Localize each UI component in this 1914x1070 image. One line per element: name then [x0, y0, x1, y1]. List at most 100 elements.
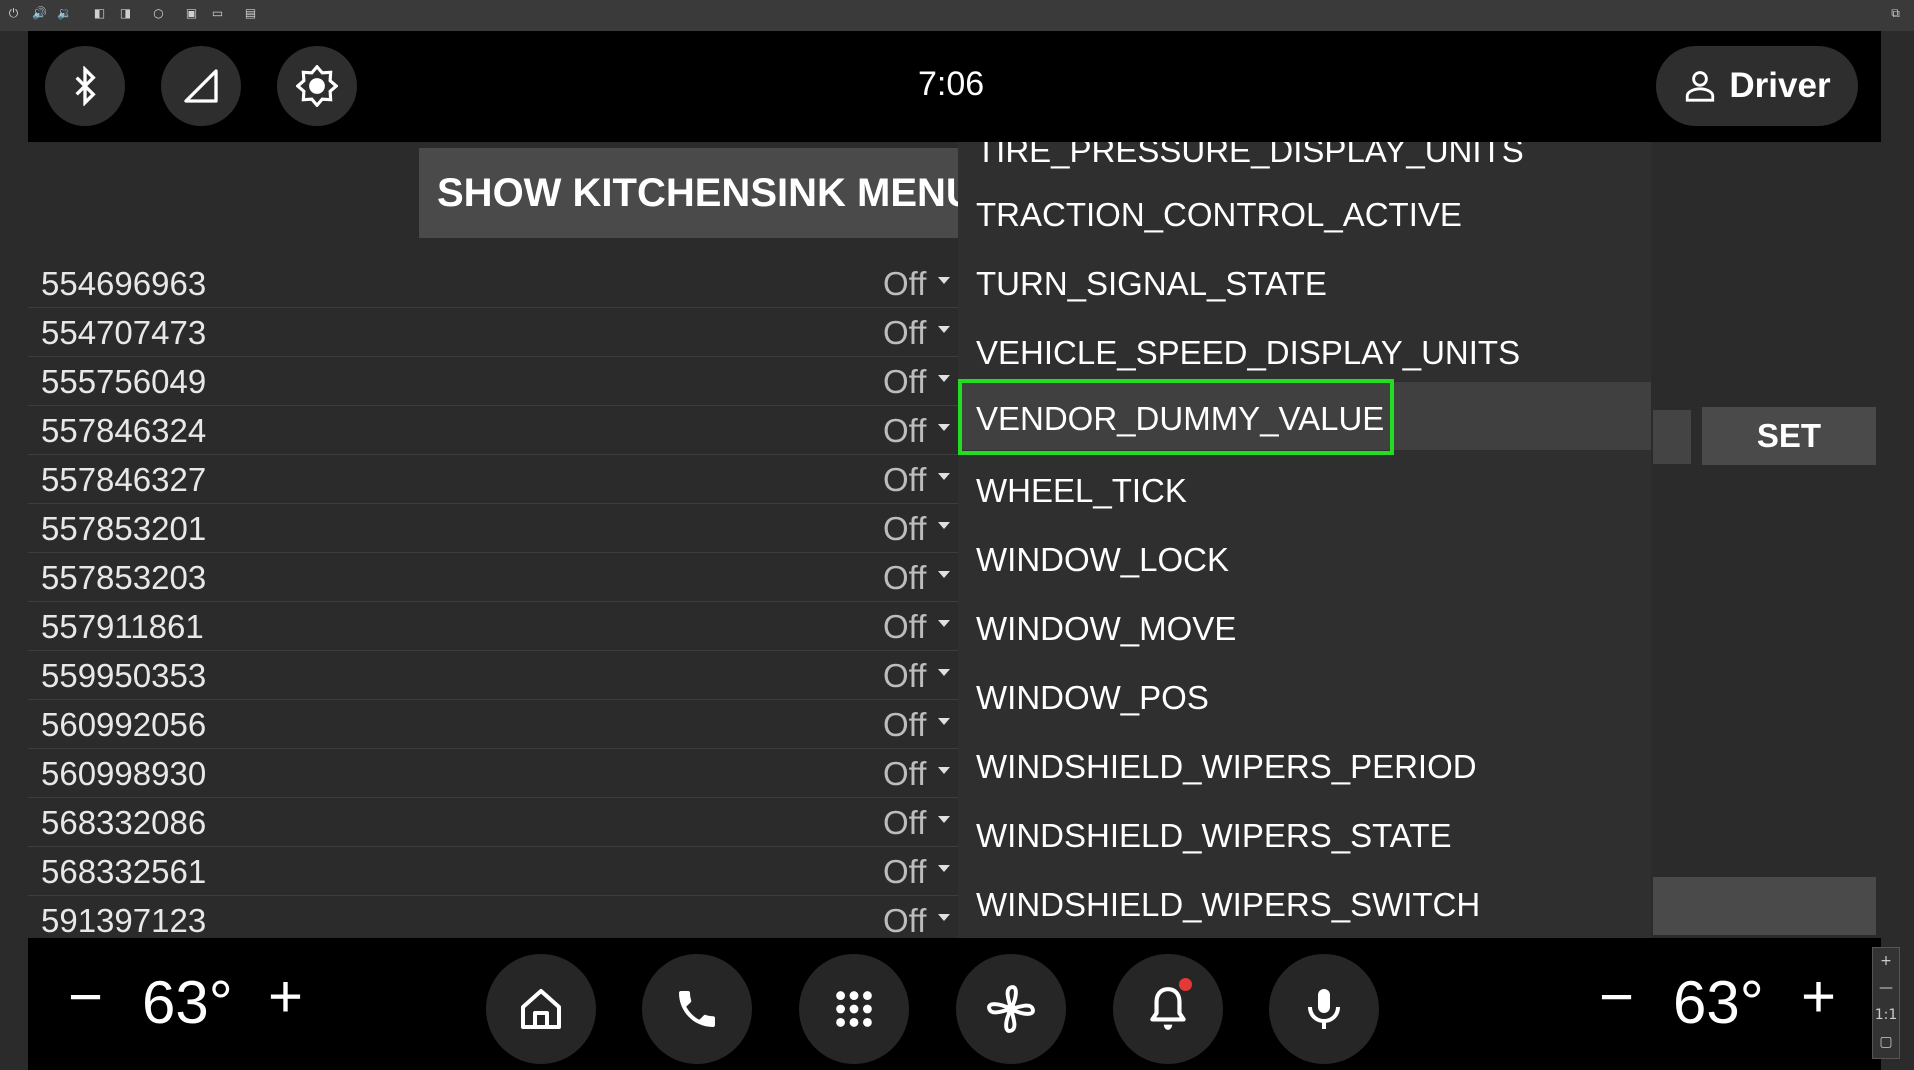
video-icon[interactable]: ▭ [210, 6, 225, 21]
property-value-dropdown[interactable]: Off [883, 265, 926, 303]
dropdown-caret-icon [938, 326, 950, 333]
set-button[interactable]: SET [1702, 407, 1876, 465]
notification-bell-icon [1150, 987, 1186, 1030]
power-icon[interactable]: ⏻ [6, 6, 21, 21]
property-value-dropdown[interactable]: Off [883, 314, 926, 352]
app-launcher-button[interactable] [799, 954, 909, 1064]
phone-button[interactable] [642, 954, 752, 1064]
dropdown-caret-icon [938, 865, 950, 872]
property-row[interactable]: 554696963 Off [28, 259, 958, 308]
property-row[interactable]: 557911861 Off [28, 602, 958, 651]
selection-highlight-box [958, 379, 1394, 455]
clock: 7:06 [918, 65, 985, 103]
property-value-dropdown[interactable]: Off [883, 755, 926, 793]
property-id: 560992056 [41, 706, 207, 743]
emulator-right-margin [1881, 31, 1914, 1070]
right-temp-increase-button[interactable]: + [1801, 962, 1836, 1031]
property-value-dropdown[interactable]: Off [883, 804, 926, 842]
camera-icon[interactable]: ▣ [184, 6, 199, 21]
property-row[interactable]: 559950353 Off [28, 651, 958, 700]
dropdown-caret-icon [938, 277, 950, 284]
property-id: 554696963 [41, 265, 207, 302]
home-icon [521, 989, 561, 1029]
property-row[interactable]: 568332086 Off [28, 798, 958, 847]
screen-record-icon[interactable]: ▤ [243, 6, 258, 21]
dropdown-item[interactable]: WINDSHIELD_WIPERS_SWITCH [958, 870, 1651, 938]
property-row[interactable]: 560998930 Off [28, 749, 958, 798]
notifications-button[interactable] [1113, 954, 1223, 1064]
right-temp-decrease-button[interactable]: − [1599, 962, 1634, 1031]
left-temperature: 63° [142, 969, 233, 1036]
hvac-button[interactable] [956, 954, 1066, 1064]
home-button[interactable] [486, 954, 596, 1064]
dropdown-item[interactable]: WINDSHIELD_WIPERS_STATE [958, 801, 1651, 870]
property-value-dropdown[interactable]: Off [883, 510, 926, 548]
property-row[interactable]: 568332561 Off [28, 847, 958, 896]
zoom-fit-button[interactable]: ▢ [1873, 1029, 1899, 1056]
rotate-left-icon[interactable]: ◧ [92, 6, 107, 21]
left-temp-decrease-button[interactable]: − [68, 962, 103, 1031]
property-row[interactable]: 591397123 Off [28, 896, 958, 938]
phone-icon [679, 991, 715, 1027]
brightness-button[interactable] [277, 46, 357, 126]
zoom-out-button[interactable]: — [1873, 975, 1899, 1002]
property-row[interactable]: 557846324 Off [28, 406, 958, 455]
property-id: 557911861 [41, 608, 204, 645]
property-value-dropdown[interactable]: Off [883, 657, 926, 695]
property-list: 554696963 Off 554707473 Off 555756049 Of… [28, 259, 958, 938]
property-row[interactable]: 557853201 Off [28, 504, 958, 553]
dropdown-item[interactable]: TRACTION_CONTROL_ACTIVE [958, 180, 1651, 249]
property-id: 557853203 [41, 559, 207, 596]
property-value-dropdown[interactable]: Off [883, 412, 926, 450]
zoom-actual-size-button[interactable]: 1:1 [1873, 1002, 1899, 1029]
dropdown-item[interactable]: WHEEL_TICK [958, 456, 1651, 525]
property-value-dropdown[interactable]: Off [883, 608, 926, 646]
volume-down-icon[interactable]: 🔉 [57, 6, 72, 21]
property-value-dropdown[interactable]: Off [883, 706, 926, 744]
dropdown-caret-icon [938, 571, 950, 578]
left-temp-increase-button[interactable]: + [268, 962, 303, 1031]
zoom-in-button[interactable]: + [1873, 948, 1899, 975]
profile-button[interactable]: Driver [1656, 46, 1858, 126]
property-value-dropdown[interactable]: Off [883, 853, 926, 891]
property-id: 557846327 [41, 461, 207, 498]
dropdown-item[interactable]: WINDOW_POS [958, 663, 1651, 732]
property-name-dropdown-menu: TIRE_PRESSURE_DISPLAY_UNITS TRACTION_CON… [958, 142, 1651, 938]
property-value-dropdown[interactable]: Off [883, 559, 926, 597]
resize-icon[interactable]: ⧉ [1888, 6, 1903, 21]
dropdown-item[interactable]: WINDSHIELD_WIPERS_PERIOD [958, 732, 1651, 801]
signal-button[interactable] [161, 46, 241, 126]
volume-up-icon[interactable]: 🔊 [32, 6, 47, 21]
circle-icon[interactable]: ○ [151, 6, 166, 21]
property-row[interactable]: 557846327 Off [28, 455, 958, 504]
rotate-right-icon[interactable]: ◨ [118, 6, 133, 21]
dropdown-caret-icon [938, 522, 950, 529]
dropdown-caret-icon [938, 669, 950, 676]
right-temperature: 63° [1673, 969, 1764, 1036]
dropdown-item[interactable]: VEHICLE_SPEED_DISPLAY_UNITS [958, 318, 1651, 387]
property-value-dropdown[interactable]: Off [883, 461, 926, 499]
dropdown-caret-icon [938, 620, 950, 627]
dropdown-caret-icon [938, 718, 950, 725]
dropdown-item[interactable]: TIRE_PRESSURE_DISPLAY_UNITS [958, 142, 1651, 185]
bluetooth-button[interactable] [45, 46, 125, 126]
property-value-dropdown[interactable]: Off [883, 902, 926, 938]
signal-icon [184, 69, 218, 103]
property-id: 560998930 [41, 755, 207, 792]
microphone-icon [1308, 989, 1340, 1029]
dropdown-item[interactable]: WINDOW_MOVE [958, 594, 1651, 663]
property-editor-panel [1653, 142, 1881, 938]
property-row[interactable]: 557853203 Off [28, 553, 958, 602]
dropdown-item[interactable]: TURN_SIGNAL_STATE [958, 249, 1651, 318]
property-row[interactable]: 554707473 Off [28, 308, 958, 357]
output-field[interactable] [1653, 877, 1876, 935]
voice-assistant-button[interactable] [1269, 954, 1379, 1064]
dropdown-item[interactable]: WINDOW_LOCK [958, 525, 1651, 594]
value-input[interactable] [1653, 410, 1691, 464]
dropdown-caret-icon [938, 767, 950, 774]
property-id: 557846324 [41, 412, 207, 449]
show-kitchensink-menu-button[interactable]: SHOW KITCHENSINK MENU [419, 148, 959, 238]
property-row[interactable]: 560992056 Off [28, 700, 958, 749]
property-row[interactable]: 555756049 Off [28, 357, 958, 406]
property-value-dropdown[interactable]: Off [883, 363, 926, 401]
